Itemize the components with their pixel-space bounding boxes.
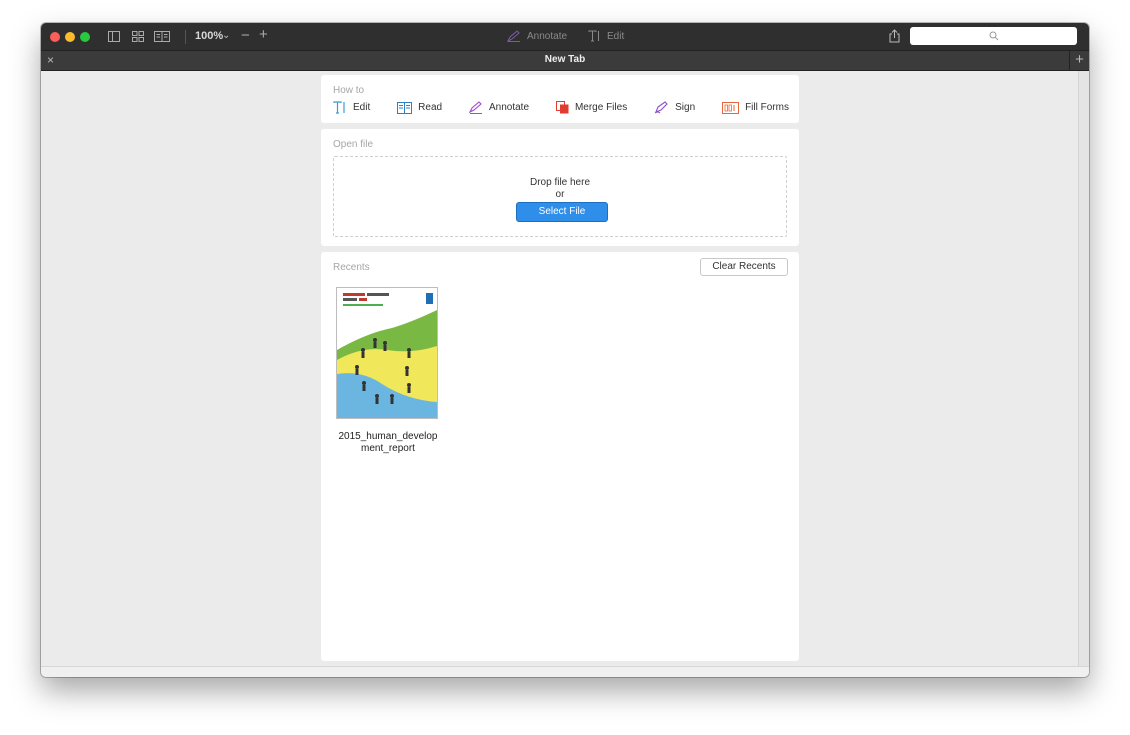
recents-title: Recents (333, 262, 370, 273)
how-to-merge-files-label: Merge Files (574, 102, 628, 113)
form-field-icon (722, 101, 740, 114)
drop-file-text: Drop file here (529, 177, 591, 188)
thumbnails-view-icon[interactable] (132, 30, 144, 43)
sidebar-toggle-icon[interactable] (108, 30, 120, 43)
how-to-panel: How to Edit Read Annotate Merge Files Si… (321, 75, 799, 123)
pen-icon (507, 30, 520, 42)
merge-icon (555, 101, 569, 114)
app-window: 100% ⌄ − + Annotate Edit × New Tab + How… (41, 23, 1089, 677)
search-icon (989, 31, 998, 41)
how-to-read-label: Read (418, 102, 443, 113)
or-text: or (555, 189, 565, 200)
tab-new-tab[interactable]: New Tab (41, 54, 1089, 65)
zoom-out-button[interactable]: − (241, 27, 250, 44)
text-cursor-icon (333, 101, 345, 114)
document-thumbnail (336, 287, 438, 419)
two-page-view-icon[interactable] (154, 30, 170, 43)
text-cursor-icon (588, 30, 599, 42)
edit-mode-button[interactable]: Edit (588, 30, 624, 42)
chevron-down-icon[interactable]: ⌄ (222, 30, 230, 41)
how-to-edit-label: Edit (353, 102, 371, 113)
vertical-scrollbar[interactable] (1078, 71, 1089, 667)
how-to-sign[interactable]: Sign (654, 101, 695, 114)
annotate-mode-button[interactable]: Annotate (507, 30, 567, 42)
clear-recents-button[interactable]: Clear Recents (700, 258, 788, 276)
how-to-fill-forms-label: Fill Forms (745, 102, 789, 113)
horizontal-scrollbar[interactable] (41, 666, 1089, 677)
signature-icon (654, 101, 668, 114)
annotate-mode-label: Annotate (527, 30, 568, 42)
search-input[interactable] (910, 27, 1077, 45)
read-icon (397, 101, 413, 114)
recent-file-name: 2015_human_development_report (338, 431, 438, 454)
zoom-in-button[interactable]: + (259, 26, 268, 43)
pen-icon (468, 101, 482, 114)
toolbar: 100% ⌄ − + Annotate Edit (41, 23, 1089, 50)
how-to-fill-forms[interactable]: Fill Forms (722, 101, 789, 114)
how-to-edit[interactable]: Edit (333, 101, 370, 114)
recents-panel: Recents Clear Recents 2015_human_develop… (321, 252, 799, 661)
zoom-level[interactable]: 100% (195, 30, 223, 42)
maximize-window-button[interactable] (80, 32, 90, 42)
close-window-button[interactable] (50, 32, 60, 42)
drop-zone[interactable]: Drop file here or Select File (333, 156, 787, 237)
select-file-button[interactable]: Select File (516, 202, 608, 222)
minimize-window-button[interactable] (65, 32, 75, 42)
toolbar-divider (185, 30, 186, 44)
how-to-sign-label: Sign (675, 102, 696, 113)
share-icon[interactable] (889, 29, 900, 46)
open-file-panel: Open file Drop file here or Select File (321, 129, 799, 246)
tab-bar: × New Tab + (41, 50, 1089, 71)
how-to-read[interactable]: Read (397, 101, 443, 114)
new-tab-button[interactable]: + (1069, 51, 1089, 70)
how-to-annotate[interactable]: Annotate (468, 101, 530, 114)
open-file-title: Open file (333, 139, 374, 150)
how-to-title: How to (333, 85, 365, 96)
recent-file[interactable]: 2015_human_development_report (336, 287, 440, 455)
how-to-merge-files[interactable]: Merge Files (555, 101, 628, 114)
edit-mode-label: Edit (607, 30, 625, 42)
how-to-annotate-label: Annotate (488, 102, 530, 113)
